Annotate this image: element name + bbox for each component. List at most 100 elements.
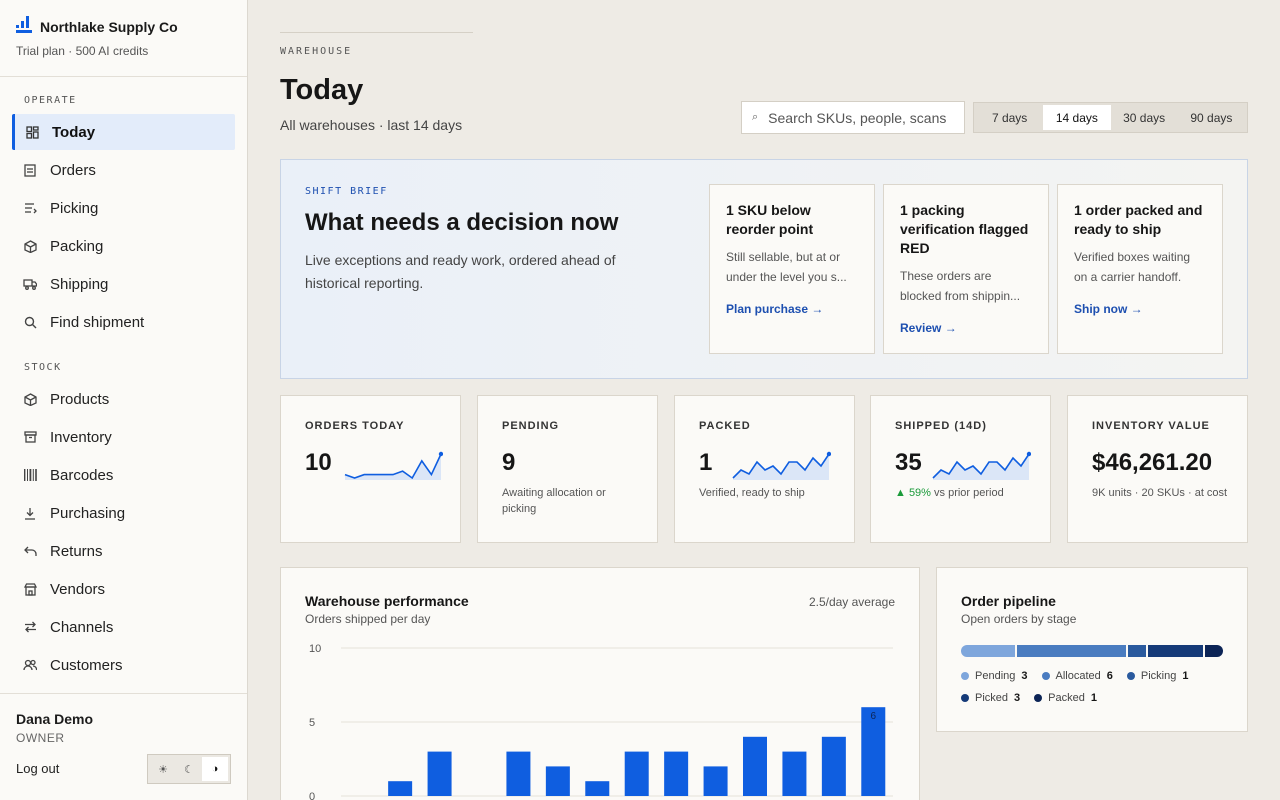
range-option-90[interactable]: 90 days [1178, 105, 1245, 130]
clipboard-icon [23, 163, 37, 177]
decision-card[interactable]: 1 order packed and ready to ship Verifie… [1057, 184, 1223, 354]
legend-item: Picking 1 [1126, 670, 1188, 682]
sparkline [732, 451, 831, 480]
sidebar-item-orders[interactable]: Orders [12, 152, 235, 188]
panel-subtitle: Orders shipped per day [305, 612, 431, 626]
sparkline-point [826, 451, 831, 457]
kpi-value: 9 [502, 449, 516, 476]
sidebar-item-channels[interactable]: Channels [12, 609, 235, 645]
sidebar-item-today[interactable]: Today [12, 114, 235, 150]
bar [506, 751, 531, 796]
sparkline-point [438, 451, 443, 457]
y-tick-label: 5 [309, 717, 315, 729]
date-range-selector[interactable]: 7 days 14 days 30 days 90 days [973, 102, 1248, 133]
bar [585, 781, 610, 796]
average-label: 2.5/day average [808, 595, 895, 609]
download-icon [23, 506, 37, 520]
range-option-7[interactable]: 7 days [976, 105, 1043, 130]
sparkline-area [733, 454, 829, 480]
kpi-pending[interactable]: PENDING 9 Awaiting allocation or picking [477, 395, 658, 543]
logout-link[interactable]: Log out [16, 761, 59, 776]
legend-dot [1041, 672, 1050, 680]
kpi-note: Verified, ready to ship [699, 487, 805, 499]
sidebar-item-packing[interactable]: Packing [12, 228, 235, 264]
sidebar-item-label: Vendors [50, 580, 106, 598]
card-title: 1 SKU below reorder point [726, 202, 814, 237]
sidebar-item-label: Orders [50, 161, 96, 179]
kpi-label: ORDERS TODAY [305, 420, 405, 432]
kpi-label: PACKED [699, 420, 751, 432]
y-tick-label: 0 [309, 791, 315, 800]
kpi-note: 9K units · 20 SKUs · at cost [1092, 487, 1228, 499]
light-theme-icon[interactable]: ☀ [150, 757, 176, 781]
kpi-packed[interactable]: PACKED 1 Verified, ready to ship [674, 395, 855, 543]
kpi-label: SHIPPED (14D) [895, 420, 987, 432]
pipeline-segment[interactable] [1148, 645, 1203, 657]
pipeline-bar [961, 645, 1223, 657]
sidebar-item-customers[interactable]: Customers [12, 647, 235, 683]
pipeline-legend: Picked 3 Packed 1 [961, 692, 1097, 704]
range-option-14[interactable]: 14 days [1043, 105, 1111, 130]
range-option-30[interactable]: 30 days [1111, 105, 1178, 130]
pipeline-segment[interactable] [1017, 645, 1127, 657]
review-link[interactable]: Review → [900, 321, 957, 335]
bar-chart: 0 5 10 6 [309, 643, 893, 800]
sidebar-item-label: Inventory [50, 428, 112, 446]
section-label-operate: OPERATE [24, 95, 77, 106]
delta-badge: ▲ 59% [895, 487, 931, 499]
sidebar-item-picking[interactable]: Picking [12, 190, 235, 226]
sidebar-item-products[interactable]: Products [12, 381, 235, 417]
kpi-shipped[interactable]: SHIPPED (14D) 35 ▲ 59% vs prior period [870, 395, 1051, 543]
legend-dot [961, 694, 969, 702]
bar [743, 736, 767, 796]
search-input[interactable]: Search SKUs, people, scans [768, 110, 946, 126]
decision-card[interactable]: 1 packing verification flagged RED These… [883, 184, 1049, 354]
brand[interactable]: Northlake Supply Co [16, 16, 178, 38]
sidebar-item-barcodes[interactable]: Barcodes [12, 457, 235, 493]
card-description: Verified boxes waiting on a carrier hando… [1074, 250, 1191, 284]
legend-dot [1126, 672, 1135, 680]
sparkline [932, 451, 1031, 480]
pipeline-segment[interactable] [1128, 645, 1147, 657]
card-title: 1 packing verification flagged RED [900, 202, 1029, 256]
sidebar-item-label: Today [52, 123, 96, 141]
ship-now-link[interactable]: Ship now → [1074, 302, 1143, 316]
sidebar-item-label: Returns [50, 542, 103, 560]
search-box[interactable]: ⌕ Search SKUs, people, scans [741, 101, 965, 134]
divider [0, 76, 247, 77]
kpi-orders-today[interactable]: ORDERS TODAY 10 [280, 395, 461, 543]
sidebar-item-purchasing[interactable]: Purchasing [12, 495, 235, 531]
legend-item: Picked 3 [961, 692, 1020, 704]
legend-dot [961, 672, 969, 680]
kpi-inventory-value[interactable]: INVENTORY VALUE $46,261.20 9K units · 20… [1067, 395, 1248, 543]
sidebar-item-label: Picking [50, 199, 99, 217]
theme-toggle[interactable]: ☀ ☾ ◑ [147, 754, 231, 784]
search-icon [23, 315, 37, 329]
sidebar-item-find-shipment[interactable]: Find shipment [12, 304, 235, 340]
auto-theme-icon[interactable]: ◑ [202, 757, 228, 781]
dark-theme-icon[interactable]: ☾ [176, 757, 202, 781]
kpi-label: INVENTORY VALUE [1092, 420, 1210, 432]
truck-icon [23, 277, 37, 291]
legend-dot [1034, 694, 1043, 702]
kpi-note: Awaiting allocation or picking [502, 487, 606, 515]
kpi-value: 10 [305, 449, 332, 476]
pipeline-segment[interactable] [961, 645, 1016, 657]
y-tick-label: 10 [309, 643, 321, 655]
panel-subtitle: Open orders by stage [961, 612, 1077, 626]
return-icon [23, 544, 37, 558]
sidebar-item-inventory[interactable]: Inventory [12, 419, 235, 455]
page-eyebrow: WAREHOUSE [280, 46, 353, 57]
legend-item: Allocated 6 [1041, 670, 1113, 682]
brief-title: What needs a decision now [305, 209, 619, 236]
section-label-stock: STOCK [24, 362, 62, 373]
plan-purchase-link[interactable]: Plan purchase → [726, 302, 823, 316]
pipeline-segment[interactable] [1204, 645, 1223, 657]
sidebar-item-returns[interactable]: Returns [12, 533, 235, 569]
decision-card[interactable]: 1 SKU below reorder point Still sellable… [709, 184, 875, 354]
sidebar-item-label: Barcodes [50, 466, 114, 484]
sparkline [344, 451, 443, 480]
divider [0, 693, 247, 694]
sidebar-item-shipping[interactable]: Shipping [12, 266, 235, 302]
sidebar-item-vendors[interactable]: Vendors [12, 571, 235, 607]
